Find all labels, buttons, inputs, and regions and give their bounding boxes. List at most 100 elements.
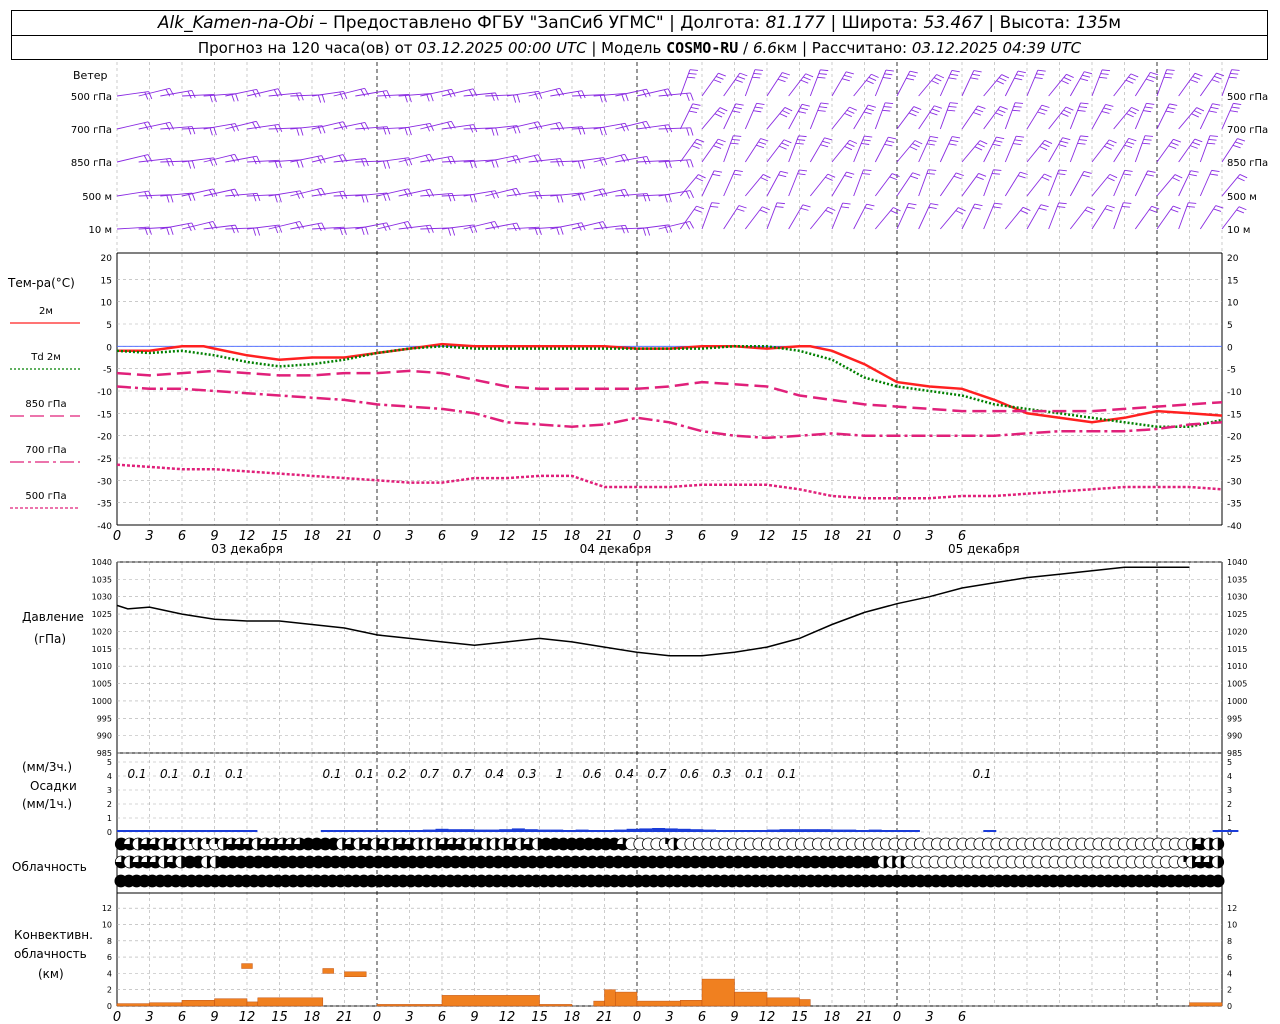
precip-bar [448, 829, 462, 832]
wind-barb [1048, 137, 1063, 163]
wind-barb-feather [973, 70, 982, 73]
conv-bar [257, 997, 324, 1007]
precip-bar [461, 829, 474, 832]
wind-barb-feather [884, 73, 893, 76]
temp-tick-label-left: 5 [106, 321, 112, 331]
wind-barb [831, 71, 847, 97]
conv-tick-right: 0 [1227, 1002, 1232, 1011]
wind-barb-feather [447, 227, 452, 236]
wind-barb [701, 170, 715, 197]
wind-barb [701, 107, 721, 130]
x-tick-label-bottom: 3 [665, 1010, 673, 1024]
precip-bar [410, 830, 423, 832]
wind-barb [485, 187, 517, 197]
wind-barb-feather [885, 102, 894, 104]
wind-barb [1069, 135, 1081, 163]
wind-barb-feather [862, 173, 871, 175]
wind-barb-feather [512, 94, 517, 103]
wind-barb [831, 106, 850, 130]
wind-barb-feather [1065, 106, 1074, 111]
wind-barb-feather [849, 139, 858, 144]
wind-barb-feather [490, 191, 496, 199]
wind-barb [896, 140, 916, 163]
wind-barb-feather [625, 93, 629, 102]
wind-barb-feather [1236, 209, 1245, 214]
wind-barb-feather [753, 73, 762, 75]
wind-barb-feather [782, 72, 791, 76]
wind-barb-feather [950, 73, 959, 76]
precip-bar [193, 830, 207, 832]
wind-barb [1048, 169, 1060, 197]
wind-barb [788, 135, 800, 163]
wind-barb-feather [642, 193, 647, 202]
wind-barb [311, 154, 344, 163]
wind-barb-feather [166, 227, 170, 236]
wind-barb [1178, 170, 1192, 197]
wind-barb [831, 171, 847, 197]
wind-barb-feather [979, 140, 988, 145]
wind-barb-feather [822, 140, 831, 144]
wind-barb-feather [1017, 175, 1026, 179]
conv-tick-left: 0 [107, 1002, 112, 1011]
temp-tick-label-right: -25 [1227, 455, 1242, 465]
wind-barb-feather [1039, 146, 1048, 151]
wind-barb-feather [864, 207, 873, 210]
wind-barb-feather [256, 193, 261, 202]
wind-barb-feather [512, 223, 517, 232]
temp-legend-label: 2м [39, 306, 53, 317]
wind-barb-feather [342, 121, 348, 129]
wind-barb-feather [213, 127, 217, 136]
x-tick-label-mid: 9 [730, 529, 738, 544]
wind-barb-feather [144, 91, 149, 100]
wind-barb [918, 203, 931, 230]
wind-barb [636, 124, 669, 130]
conv-tick-right: 10 [1227, 920, 1237, 929]
wind-barb-feather [1062, 137, 1071, 141]
wind-barb-feather [1080, 78, 1089, 82]
wind-barb-feather [365, 194, 369, 203]
wind-barb-feather [906, 206, 915, 209]
wind-barb [1156, 103, 1170, 130]
wind-barb [788, 169, 800, 197]
wind-barb-feather [974, 203, 983, 207]
wind-barb-feather [691, 145, 700, 149]
wind-barb-feather [1019, 171, 1028, 175]
wind-barb [766, 202, 778, 230]
wind-barb [809, 69, 821, 97]
wind-barb [116, 154, 149, 163]
wind-barb-feather [491, 159, 495, 168]
wind-barb-feather [581, 90, 586, 99]
x-tick-label-bottom: 0 [633, 1010, 641, 1024]
precip-bar [588, 830, 602, 832]
wind-barb-feather [780, 170, 789, 174]
wind-barb-feather [762, 206, 770, 211]
wind-barb-feather [992, 206, 1001, 209]
pressure-tick-right: 1025 [1227, 610, 1247, 619]
wind-barb [311, 190, 344, 197]
x-tick-label-bottom: 9 [470, 1010, 478, 1024]
wind-barb-feather [451, 227, 456, 236]
precip-bar [575, 829, 589, 832]
precip-unit-3h: (мм/3ч.) [22, 760, 72, 774]
precip-3h-total: 0.1 [192, 767, 211, 781]
wind-barb [679, 103, 694, 130]
wind-barb [1026, 140, 1046, 163]
wind-barb-feather [1125, 79, 1134, 84]
wind-barb [983, 106, 1001, 130]
wind-barb-feather [1213, 208, 1222, 212]
temp-tick-label-left: -25 [97, 455, 112, 465]
wind-level-label-left: 500 м [82, 192, 112, 203]
wind-barb-feather [581, 160, 586, 169]
wind-barb-feather [735, 103, 744, 106]
wind-barb [853, 73, 872, 97]
wind-barb-feather [977, 105, 986, 109]
pressure-tick-right: 990 [1227, 732, 1242, 741]
wind-barb-feather [717, 110, 725, 115]
wind-barb-feather [624, 123, 629, 131]
wind-barb-feather [995, 112, 1004, 117]
wind-barb-feather [906, 77, 915, 81]
x-tick-label-bottom: 15 [271, 1010, 288, 1024]
wind-barb-feather [712, 173, 721, 177]
wind-barb-feather [516, 94, 521, 103]
wind-barb-feather [996, 136, 1005, 140]
